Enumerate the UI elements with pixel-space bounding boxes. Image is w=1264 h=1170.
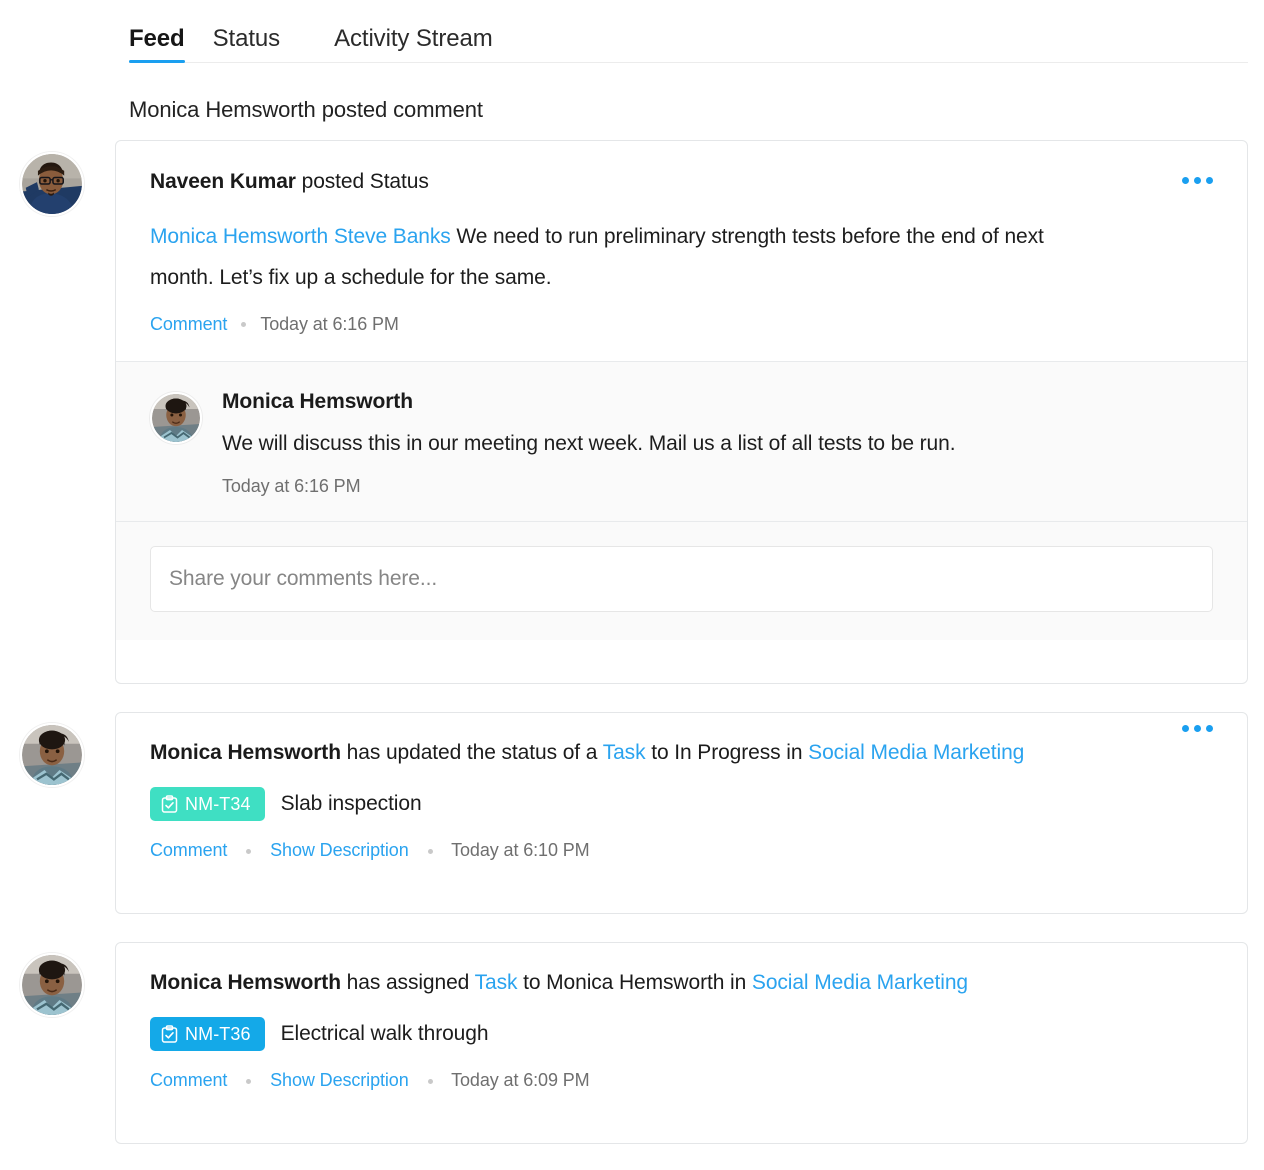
comment-timestamp: Today at 6:16 PM [222,476,1213,497]
tab-feed-label: Feed [129,25,185,52]
kebab-dot [1206,725,1213,732]
activity-1-task-title[interactable]: Slab inspection [281,792,422,816]
activity-card-2: Monica Hemsworth has assigned Task to Mo… [115,942,1248,1144]
comment-input[interactable] [150,546,1213,612]
kebab-dot [1194,725,1201,732]
comment-item: Monica Hemsworth We will discuss this in… [116,362,1247,521]
comment-content: Monica Hemsworth We will discuss this in… [222,390,1213,497]
comment-section: Monica Hemsworth We will discuss this in… [116,362,1247,521]
status-post-mentions[interactable]: Monica Hemsworth Steve Banks [150,225,451,248]
activity-1-project-link[interactable]: Social Media Marketing [808,741,1024,764]
feed-heading: Monica Hemsworth posted comment [129,97,483,123]
activity-2-body: Monica Hemsworth has assigned Task to Mo… [116,943,1247,1091]
activity-2-action-pre: has assigned [341,971,475,994]
activity-2-author: Monica Hemsworth [150,971,341,994]
comment-link-status[interactable]: Comment [150,314,227,335]
status-post-header: Naveen Kumar posted Status [150,169,1213,194]
show-description-link-activity-2[interactable]: Show Description [270,1070,408,1090]
activity-1-body: Monica Hemsworth has updated the status … [116,713,1247,861]
meta-separator-dot [241,322,246,327]
activity-2-meta: Comment Show Description Today at 6:09 P… [150,1070,1213,1091]
kebab-dot [1194,177,1201,184]
activity-1-entity-link[interactable]: Task [603,741,646,764]
show-description-link-activity-1[interactable]: Show Description [270,840,408,860]
task-badge-label-1: NM-T34 [185,794,251,815]
avatar-naveen-kumar[interactable] [20,152,84,216]
comment-text: We will discuss this in our meeting next… [222,432,1213,456]
task-badge-label-2: NM-T36 [185,1024,251,1045]
comment-compose-area [116,522,1247,640]
tab-active-indicator [129,60,185,63]
feed-page: Feed Status Activity Stream Monica Hemsw… [0,0,1264,1170]
activity-1-meta: Comment Show Description Today at 6:10 P… [150,840,1213,861]
more-options-button-activity-1[interactable] [1182,725,1213,732]
status-post-timestamp: Today at 6:16 PM [260,314,398,335]
more-options-button-status[interactable] [1182,177,1213,184]
activity-2-header: Monica Hemsworth has assigned Task to Mo… [150,970,1213,995]
meta-separator-dot [428,1079,433,1084]
kebab-dot [1206,177,1213,184]
tab-activity-stream-label: Activity Stream [334,25,493,52]
activity-2-entity-link[interactable]: Task [475,971,518,994]
avatar-monica-hemsworth-activity-2[interactable] [20,953,84,1017]
avatar-image-monica-1 [22,725,82,785]
activity-2-action-mid: to Monica Hemsworth in [517,971,752,994]
kebab-dot [1182,725,1189,732]
tab-bar: Feed Status Activity Stream [129,18,1248,65]
avatar-image-naveen [22,154,82,214]
meta-separator-dot [246,849,251,854]
kebab-dot [1182,177,1189,184]
task-badge-nm-t36[interactable]: NM-T36 [150,1017,265,1051]
tab-underline [129,62,1248,63]
clipboard-check-icon [161,1025,178,1043]
status-post-text: Monica Hemsworth Steve Banks We need to … [150,217,1050,298]
status-post-card: Naveen Kumar posted Status Monica Hemswo… [115,140,1248,684]
activity-1-timestamp: Today at 6:10 PM [451,840,589,860]
activity-2-timestamp: Today at 6:09 PM [451,1070,589,1090]
comment-link-activity-1[interactable]: Comment [150,840,227,860]
status-post-meta: Comment Today at 6:16 PM [150,314,1213,335]
activity-1-header: Monica Hemsworth has updated the status … [150,740,1213,765]
tab-status[interactable]: Status [213,27,280,62]
activity-card-1: Monica Hemsworth has updated the status … [115,712,1248,914]
avatar-monica-hemsworth-activity-1[interactable] [20,723,84,787]
avatar-image-monica-comment [152,394,200,442]
meta-separator-dot [428,849,433,854]
avatar-image-monica-2 [22,955,82,1015]
tab-feed[interactable]: Feed [129,27,185,62]
activity-2-project-link[interactable]: Social Media Marketing [752,971,968,994]
activity-2-task-title[interactable]: Electrical walk through [281,1022,489,1046]
comment-author: Monica Hemsworth [222,390,1213,414]
activity-2-task-row: NM-T36 Electrical walk through [150,1017,1213,1051]
meta-separator-dot [246,1079,251,1084]
activity-1-action-mid: to In Progress in [645,741,808,764]
activity-1-task-row: NM-T34 Slab inspection [150,787,1213,821]
status-post-author: Naveen Kumar [150,170,296,193]
comment-link-activity-2[interactable]: Comment [150,1070,227,1090]
tab-activity-stream[interactable]: Activity Stream [334,27,493,62]
status-post-body: Naveen Kumar posted Status Monica Hemswo… [116,141,1247,361]
activity-1-author: Monica Hemsworth [150,741,341,764]
tab-status-label: Status [213,25,280,52]
task-badge-nm-t34[interactable]: NM-T34 [150,787,265,821]
activity-1-action-pre: has updated the status of a [341,741,603,764]
avatar-monica-hemsworth-comment[interactable] [150,392,202,444]
status-post-action: posted Status [296,170,429,193]
clipboard-check-icon [161,795,178,813]
